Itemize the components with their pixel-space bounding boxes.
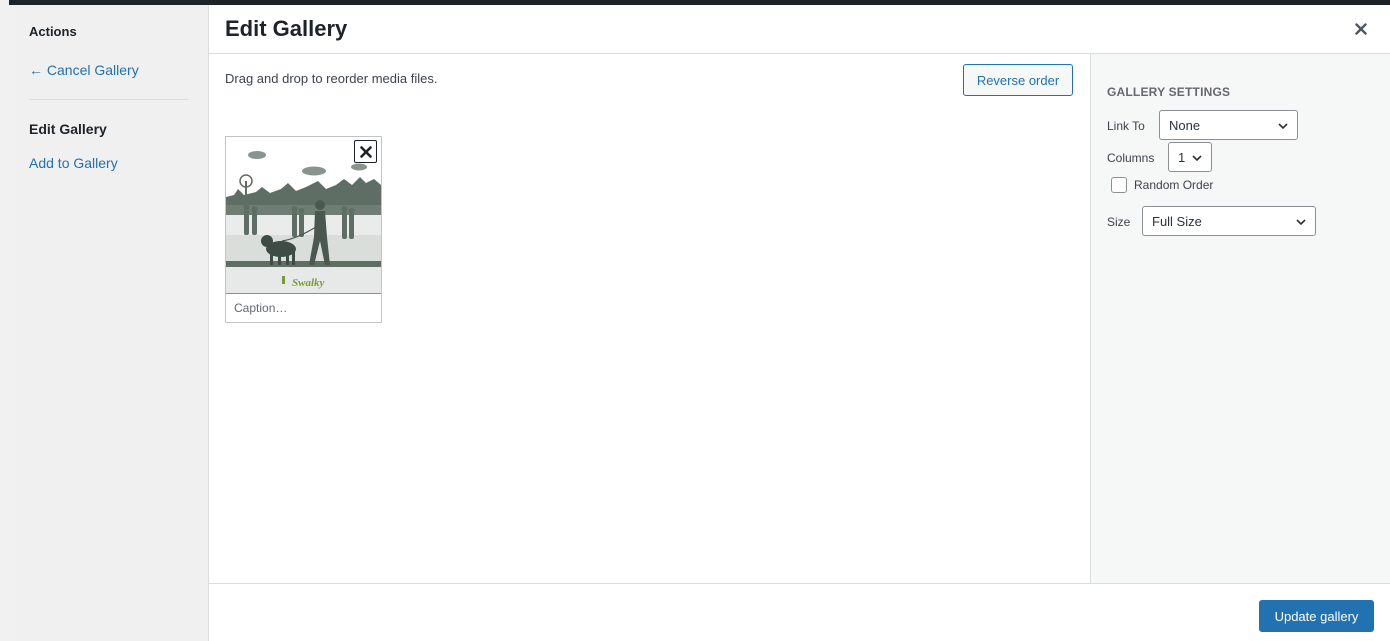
columns-select[interactable]: 1 bbox=[1168, 142, 1212, 172]
menu-item-edit-gallery[interactable]: Edit Gallery bbox=[29, 121, 107, 137]
modal-title-bar: Edit Gallery bbox=[209, 5, 1390, 54]
remove-attachment-button[interactable] bbox=[354, 140, 377, 163]
media-modal: Actions ← Cancel Gallery Edit Gallery Ad… bbox=[9, 5, 1390, 641]
size-select[interactable]: Full Size bbox=[1142, 206, 1316, 236]
random-order-label: Random Order bbox=[1134, 178, 1214, 192]
gallery-settings-sidebar: GALLERY SETTINGS Link To None Columns 1 … bbox=[1090, 54, 1390, 583]
modal-footer-toolbar: Update gallery bbox=[209, 583, 1390, 641]
media-menu: Actions ← Cancel Gallery Edit Gallery Ad… bbox=[9, 5, 209, 641]
link-to-select[interactable]: None bbox=[1159, 110, 1298, 140]
instructions-text: Drag and drop to reorder media files. bbox=[225, 71, 438, 86]
page-title: Edit Gallery bbox=[225, 16, 348, 41]
chevron-down-icon bbox=[1278, 123, 1288, 130]
add-to-gallery-link[interactable]: Add to Gallery bbox=[29, 155, 118, 171]
close-icon bbox=[359, 145, 372, 158]
cancel-gallery-link[interactable]: ← Cancel Gallery bbox=[29, 62, 139, 78]
random-order-checkbox[interactable] bbox=[1111, 177, 1127, 193]
size-value: Full Size bbox=[1152, 213, 1202, 229]
size-label: Size bbox=[1107, 215, 1131, 229]
menu-heading: Actions bbox=[29, 24, 77, 39]
close-icon bbox=[1355, 23, 1367, 35]
close-button[interactable] bbox=[1350, 18, 1372, 40]
link-to-value: None bbox=[1169, 117, 1201, 133]
link-to-label: Link To bbox=[1107, 119, 1145, 133]
reverse-order-button[interactable]: Reverse order bbox=[963, 64, 1073, 96]
columns-label: Columns bbox=[1107, 151, 1155, 165]
caption-input[interactable] bbox=[226, 293, 381, 322]
background-page-strip bbox=[0, 0, 9, 641]
update-gallery-button[interactable]: Update gallery bbox=[1259, 600, 1374, 632]
chevron-down-icon bbox=[1192, 155, 1202, 162]
attachment-item[interactable]: Swalky bbox=[225, 136, 382, 323]
columns-value: 1 bbox=[1178, 149, 1186, 165]
menu-separator bbox=[29, 99, 188, 100]
swalky-logo-text: Swalky bbox=[292, 277, 325, 289]
gallery-content: Drag and drop to reorder media files. Re… bbox=[209, 54, 1090, 583]
gallery-settings-heading: GALLERY SETTINGS bbox=[1107, 85, 1231, 99]
chevron-down-icon bbox=[1296, 219, 1306, 226]
